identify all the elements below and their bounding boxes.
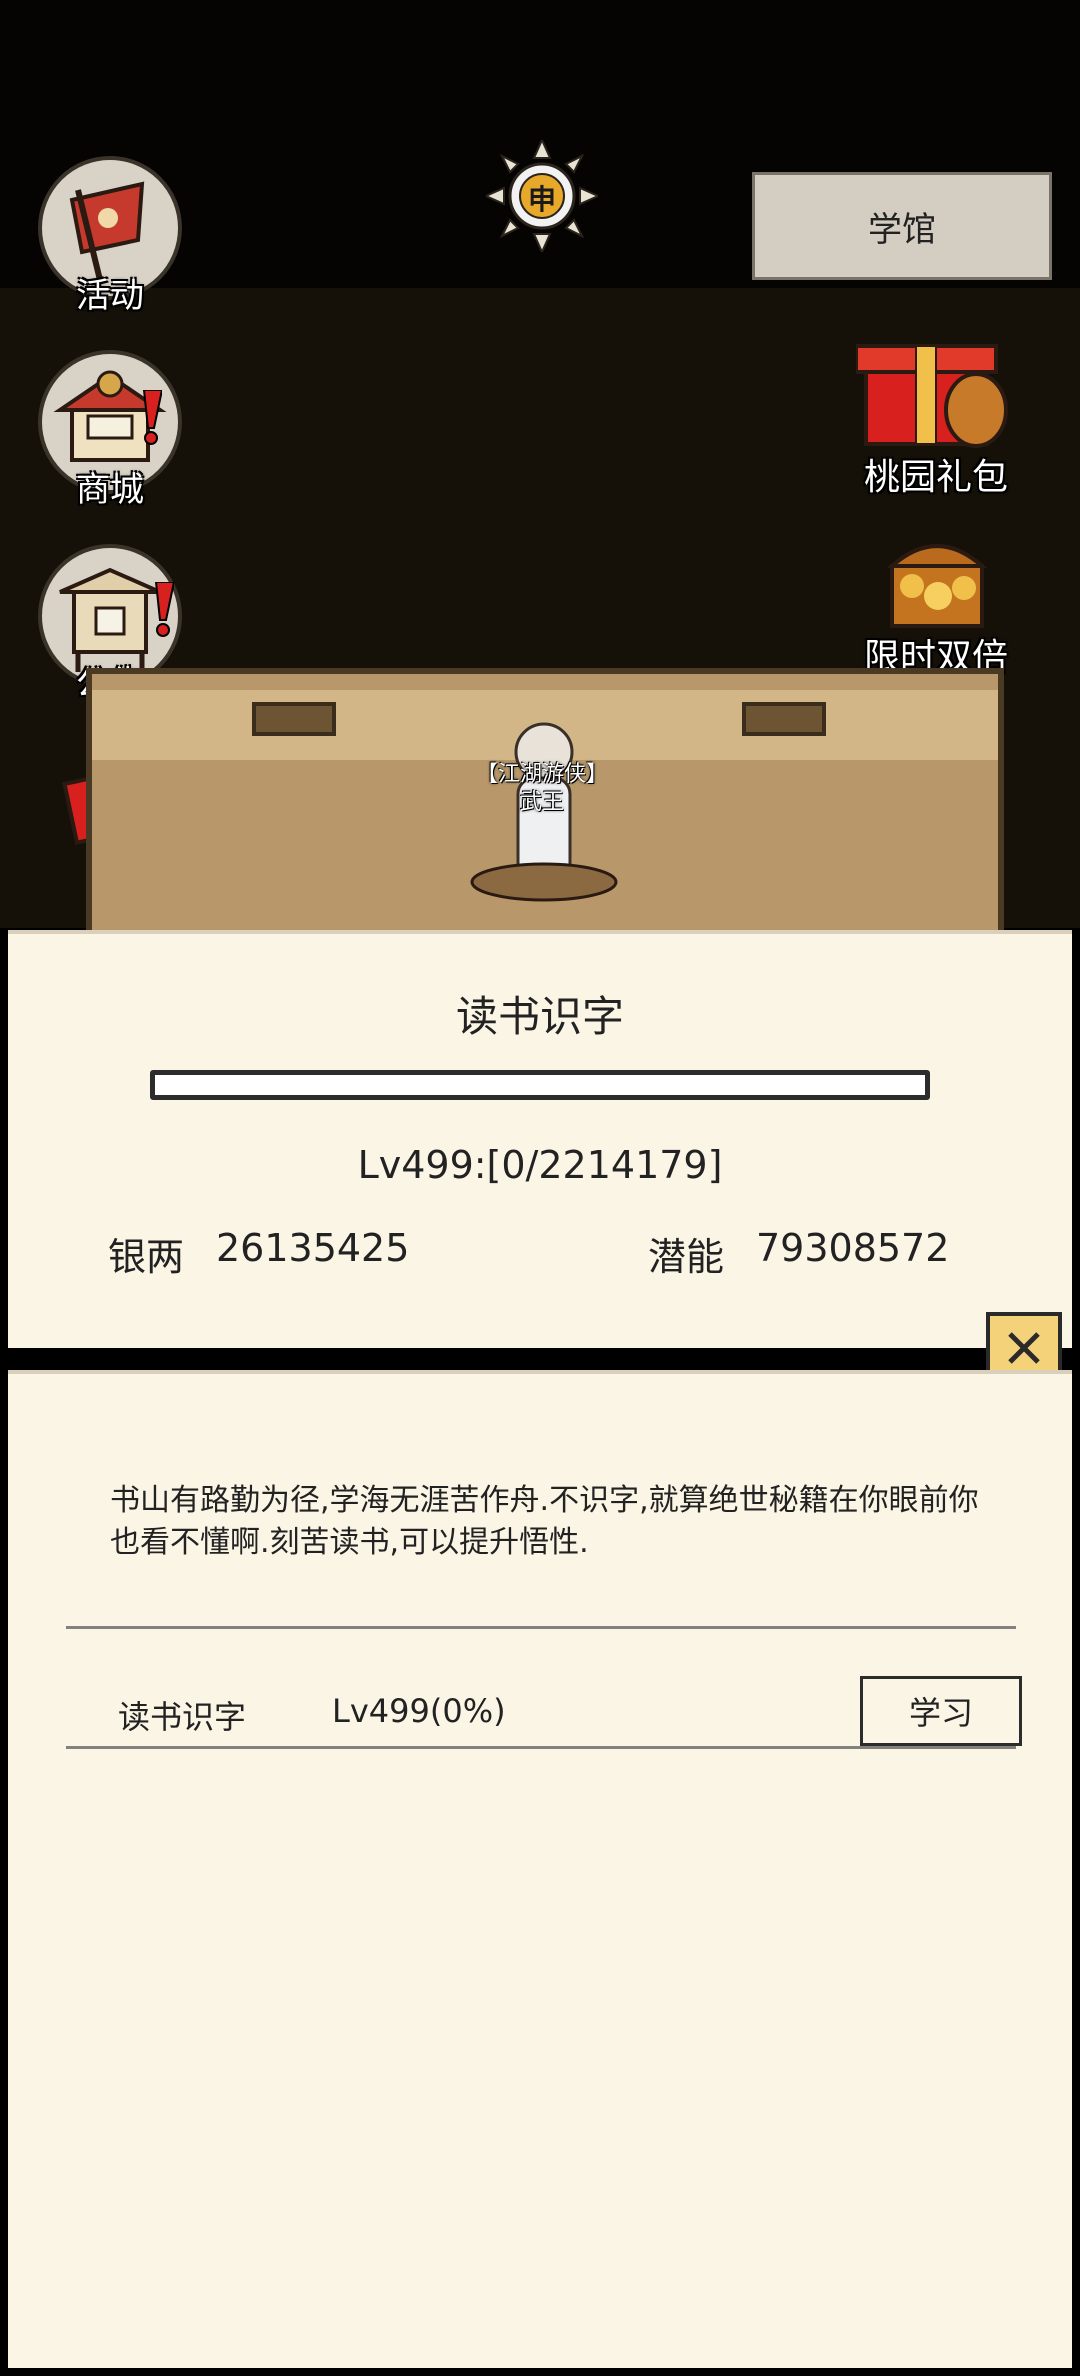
activity-label: 活动 (76, 276, 144, 316)
divider-bottom (66, 1746, 1016, 1749)
treasure-chest-icon (886, 544, 988, 628)
character-name: 武王 (519, 790, 564, 815)
potential-value: 79308572 (756, 1226, 950, 1270)
hall-button[interactable]: 学馆 (752, 172, 1052, 280)
window-right (742, 702, 826, 736)
window-left (252, 702, 336, 736)
peach-garden-gift-icon (854, 344, 1008, 448)
divider-top (66, 1626, 1016, 1629)
shop-label: 商城 (76, 470, 144, 510)
peach-garden-gift-label: 桃园礼包 (863, 457, 1008, 498)
notice-alert-icon (152, 581, 176, 638)
skill-description: 书山有路勤为径,学海无涯苦作舟.不识字,就算绝世秘籍在你眼前你也看不懂啊.刻苦读… (110, 1483, 979, 1560)
peach-garden-gift-button[interactable] (854, 324, 1016, 454)
panel-title: 读书识字 (455, 992, 624, 1041)
silver-value: 26135425 (216, 1226, 410, 1270)
study-progress-bar (150, 1070, 930, 1100)
time-glyph: 申 (527, 183, 556, 216)
silver-label: 银两 (108, 1235, 185, 1279)
limited-double-button[interactable] (872, 526, 1002, 636)
player-character[interactable] (464, 712, 624, 928)
skill-name: 读书识字 (118, 1698, 247, 1736)
time-sun-icon[interactable]: 申 (483, 137, 601, 255)
study-button[interactable]: 学习 (860, 1676, 1022, 1746)
potential-label: 潜能 (648, 1235, 725, 1279)
shop-alert-icon (140, 389, 164, 446)
skill-level: Lv499(0%) (332, 1692, 506, 1730)
level-progress-text: Lv499:[0/2214179] (357, 1143, 723, 1187)
